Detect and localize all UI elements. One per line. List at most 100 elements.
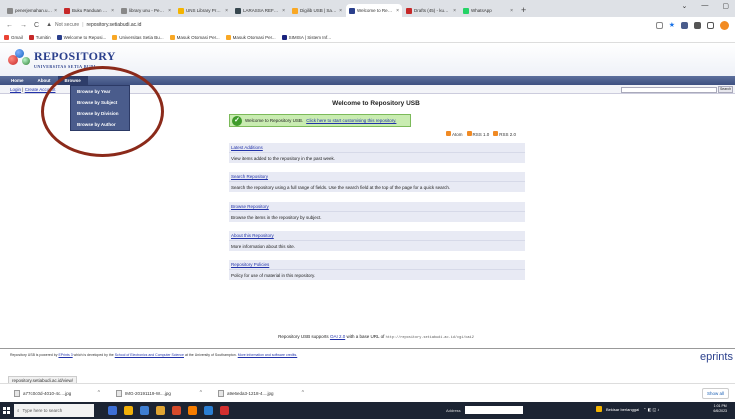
panel-title-link[interactable]: Repository Policies: [231, 262, 269, 267]
logo-title: REPOSITORY: [34, 49, 116, 63]
weather-text[interactable]: Bekisar berlanggai: [606, 407, 639, 412]
windows-icon: [2, 407, 10, 414]
bookmark-item[interactable]: Turnitin: [28, 35, 51, 40]
browser-tab[interactable]: Drafts (45) - kumirr ×: [403, 4, 459, 17]
bookmark-label: Turnitin: [35, 35, 51, 40]
download-item[interactable]: a9e6eda3-1218-4....jpg ^: [218, 389, 314, 397]
reload-icon[interactable]: C: [34, 22, 39, 29]
back-icon[interactable]: ←: [6, 22, 13, 29]
url-text[interactable]: repository.setiabudi.ac.id: [87, 22, 142, 28]
bookmark-item[interactable]: Universitas Setia Bu...: [112, 35, 164, 40]
bookmark-item[interactable]: Masuk Otomasi Per...: [169, 35, 220, 40]
sidepanel-icon[interactable]: [707, 21, 714, 29]
close-icon[interactable]: ×: [396, 8, 399, 14]
bookmark-icon: [112, 35, 118, 40]
browser-tab[interactable]: penerjemahan.unu - Y×: [4, 4, 60, 17]
taskbar-app-icon[interactable]: [140, 406, 149, 415]
file-icon: [14, 389, 20, 397]
info-panel: Repository Policies Policy for use of mat…: [229, 260, 525, 281]
tab-search-icon[interactable]: ⌄: [682, 2, 688, 10]
tab-favicon: [406, 7, 412, 14]
oai-prefix: Repository USB supports: [278, 334, 329, 339]
eprints-logo[interactable]: eprints: [700, 351, 733, 363]
browser-toolbar: ← → C ▲ Not secure | repository.setiabud…: [0, 17, 735, 33]
taskbar-app-icon[interactable]: [188, 406, 197, 415]
share-icon[interactable]: [655, 21, 663, 29]
download-item[interactable]: IMG-20191119-W....jpg ^: [116, 389, 212, 397]
site-search-input[interactable]: [621, 86, 717, 93]
bookmark-icon: [28, 35, 34, 40]
close-icon[interactable]: ×: [111, 8, 114, 14]
taskbar-app-icon[interactable]: [204, 406, 213, 415]
chevron-up-icon[interactable]: ^: [200, 390, 202, 396]
bookmark-item[interactable]: Masuk Otomasi Per...: [225, 35, 276, 40]
rss1-feed-link[interactable]: RSS 1.0: [466, 131, 489, 137]
chevron-up-icon[interactable]: ^: [302, 390, 304, 396]
customise-link[interactable]: Click here to start customising this rep…: [306, 118, 396, 123]
forward-icon[interactable]: →: [20, 22, 27, 29]
site-search-button[interactable]: Search: [718, 86, 733, 93]
close-icon[interactable]: ×: [510, 8, 513, 14]
start-button[interactable]: [0, 402, 12, 419]
browser-tab[interactable]: Buku Panduan Penyu×: [61, 4, 117, 17]
browser-tab[interactable]: library unu - Penelusu×: [118, 4, 174, 17]
panel-description: Search the repository using a full range…: [229, 181, 525, 192]
browser-tab[interactable]: WhatsApp ×: [460, 4, 516, 17]
credits-link[interactable]: More information and software credits.: [238, 353, 298, 357]
footer-text: at the University of Southampton.: [184, 353, 237, 357]
rss2-feed-link[interactable]: RSS 2.0: [493, 131, 516, 137]
panel-title-link[interactable]: Latest Additions: [231, 145, 263, 150]
profile-avatar[interactable]: [720, 20, 729, 30]
oai-link[interactable]: OAI 2.0: [330, 334, 345, 339]
close-icon[interactable]: ×: [453, 8, 456, 14]
school-link[interactable]: School of Electronics and Computer Scien…: [115, 353, 184, 357]
menu-home[interactable]: Home: [4, 76, 31, 85]
taskbar-app-icon[interactable]: [124, 406, 133, 415]
browser-tab[interactable]: Digilib USB | Sarajan×: [289, 4, 345, 17]
eprints-link[interactable]: EPrints 3: [58, 353, 72, 357]
taskbar-app-icon[interactable]: [108, 406, 117, 415]
annotation-circle: [41, 66, 164, 157]
panel-title-link[interactable]: Browse Repository: [231, 204, 269, 209]
star-icon[interactable]: ★: [669, 21, 675, 29]
panel-title-link[interactable]: Search Repository: [231, 174, 268, 179]
tray-icons[interactable]: ⌃ ◧ ◱ ♪: [643, 407, 659, 412]
maximize-button[interactable]: ▢: [722, 2, 729, 10]
tab-title: Buku Panduan Penyu: [72, 8, 109, 13]
close-icon[interactable]: ×: [339, 8, 342, 14]
bookmark-item[interactable]: SIMISA | Sistem Inf...: [281, 35, 332, 40]
address-toolbar-input[interactable]: [465, 406, 523, 414]
clock-date: 6/6/2023: [713, 409, 727, 413]
taskbar-search[interactable]: ⌕ Type here to search: [14, 404, 94, 417]
bookmark-item[interactable]: Welcome to Reposi...: [56, 35, 106, 40]
taskbar-app-icon[interactable]: [156, 406, 165, 415]
browser-tab[interactable]: Welcome to Reposito×: [346, 4, 402, 17]
bookmark-icon: [281, 35, 287, 40]
close-icon[interactable]: ×: [225, 8, 228, 14]
minimize-button[interactable]: —: [701, 2, 708, 10]
close-icon[interactable]: ×: [54, 8, 57, 14]
browser-tab[interactable]: UNS Library Profile ×: [175, 4, 231, 17]
browser-tab[interactable]: LARASSA REFERENS×: [232, 4, 288, 17]
extension-icon[interactable]: [681, 21, 688, 29]
taskbar-app-icon[interactable]: [220, 406, 229, 415]
panel-title-link[interactable]: About this Repository: [231, 233, 274, 238]
close-icon[interactable]: ×: [282, 8, 285, 14]
close-icon[interactable]: ×: [168, 8, 171, 14]
new-tab-button[interactable]: +: [521, 4, 526, 17]
taskbar-app-icon[interactable]: [172, 406, 181, 415]
puzzle-icon[interactable]: [694, 21, 701, 29]
login-link[interactable]: Login: [10, 87, 21, 92]
show-all-button[interactable]: Show all: [701, 388, 729, 399]
address-bar[interactable]: ▲ Not secure | repository.setiabudi.ac.i…: [46, 20, 649, 31]
taskbar-apps: [108, 406, 229, 415]
chevron-up-icon[interactable]: ^: [98, 390, 100, 396]
bookmark-item[interactable]: Gmail: [4, 35, 23, 40]
atom-feed-link[interactable]: Atom: [446, 131, 463, 137]
bookmark-label: SIMISA | Sistem Inf...: [288, 35, 332, 40]
window-controls: ⌄ — ▢: [682, 2, 730, 10]
taskbar-clock[interactable]: 1:01 PM 6/6/2023: [713, 404, 727, 414]
tab-favicon: [64, 7, 70, 14]
download-item[interactable]: a77c0c0d-4010-4c....jpg ^: [14, 389, 110, 397]
windows-taskbar: ⌕ Type here to search Address Bekisar be…: [0, 402, 735, 419]
